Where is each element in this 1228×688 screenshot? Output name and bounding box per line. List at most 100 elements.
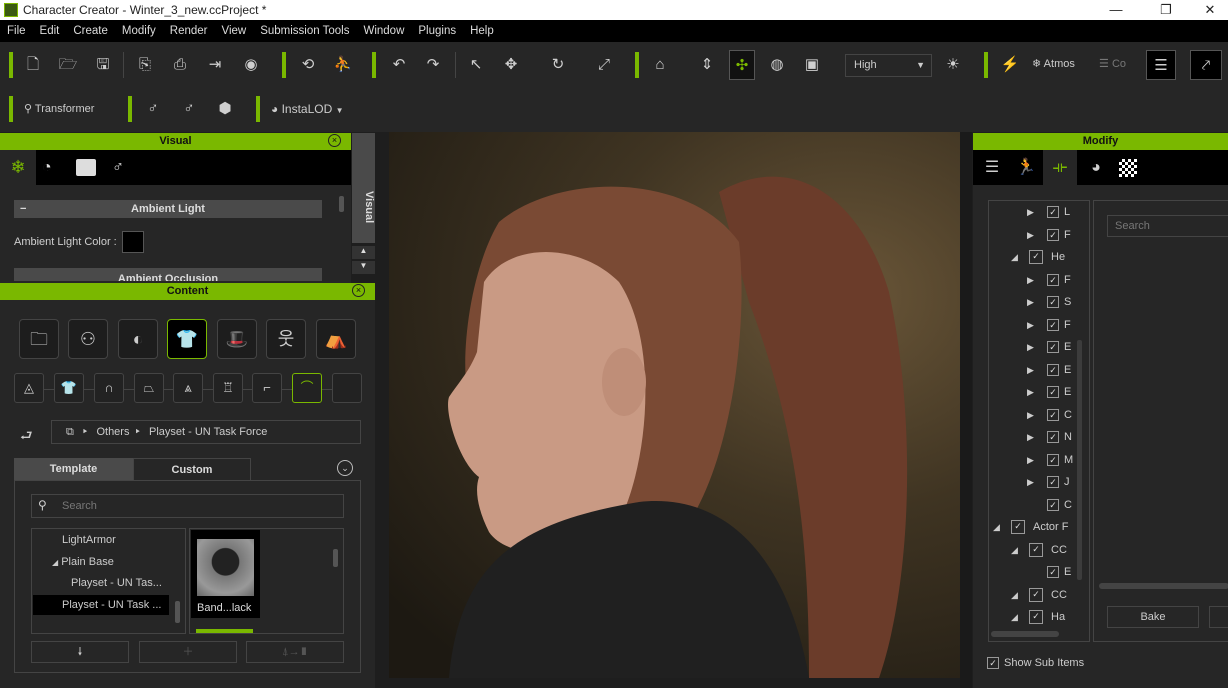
checkbox-checked-icon[interactable]: ✓ <box>1029 610 1043 625</box>
minimize-button[interactable]: — <box>1096 0 1136 20</box>
menu-render[interactable]: Render <box>163 25 215 37</box>
expanded-arrow-icon[interactable]: ◢ <box>993 517 1005 537</box>
thumbnail-item[interactable] <box>196 629 253 633</box>
tree-item[interactable]: LightArmor <box>62 530 116 550</box>
accessories-icon[interactable]: 🎩 <box>217 319 257 359</box>
modify-sliders-icon[interactable]: ☰ <box>1146 50 1176 80</box>
import-ic-icon[interactable]: ⎙ <box>167 50 193 80</box>
secondary-button[interactable] <box>1209 606 1228 628</box>
morph-search-input[interactable]: Search <box>1107 215 1228 237</box>
rotate-icon[interactable]: ↻ <box>545 50 571 80</box>
expanded-arrow-icon[interactable]: ◢ <box>1011 540 1023 560</box>
expand-arrow-icon[interactable]: ▶ <box>1027 225 1039 245</box>
expand-arrow-icon[interactable]: ▶ <box>1027 315 1039 335</box>
tree-item-selected[interactable]: Playset - UN Task ... <box>33 595 169 615</box>
appearance-tab-icon[interactable]: ◕ <box>1081 150 1111 185</box>
tree-item[interactable]: ◢ ✓ Ha <box>1011 607 1065 627</box>
redo-icon[interactable]: ↷ <box>420 50 446 80</box>
tree-item[interactable]: ◢ ✓ CC <box>1011 540 1067 560</box>
light-icon[interactable]: ☀ <box>940 50 966 80</box>
3d-viewport[interactable] <box>389 132 960 678</box>
scrollbar[interactable] <box>175 601 180 623</box>
add-button[interactable]: ＋ <box>139 641 237 663</box>
preview-icon[interactable]: ◉ <box>238 50 264 80</box>
horizontal-scrollbar[interactable] <box>1099 583 1228 589</box>
maximize-button[interactable]: ❐ <box>1146 0 1186 20</box>
fit-vertical-icon[interactable]: ⇕ <box>694 50 720 80</box>
light-tab-icon[interactable]: ◔ <box>42 150 68 185</box>
tree-item[interactable]: ▶ ✓ M <box>1027 450 1073 470</box>
frame-icon[interactable]: ▣ <box>799 50 825 80</box>
tree-scrollbar[interactable] <box>1077 340 1082 580</box>
expand-arrow-icon[interactable]: ▶ <box>1027 382 1039 402</box>
expanded-arrow-icon[interactable]: ◢ <box>1011 585 1023 605</box>
menu-file[interactable]: File <box>0 25 33 37</box>
tree-item[interactable]: ✓ C <box>1027 495 1072 515</box>
scrollbar[interactable] <box>333 549 338 567</box>
empty-slot[interactable] <box>332 373 362 403</box>
expand-arrow-icon[interactable]: ▶ <box>1027 202 1039 222</box>
back-icon[interactable]: ⮐ <box>20 425 33 449</box>
expand-arrow-icon[interactable]: ▶ <box>1027 405 1039 425</box>
checkbox-checked-icon[interactable]: ✓ <box>1029 250 1043 265</box>
expand-arrow-icon[interactable]: ▶ <box>1027 450 1039 470</box>
folder-icon[interactable]: 🗀 <box>19 319 59 359</box>
checkbox-checked-icon[interactable]: ✓ <box>1047 566 1059 579</box>
tree-horizontal-scrollbar[interactable] <box>991 631 1059 637</box>
expand-arrow-icon[interactable]: ▶ <box>1027 270 1039 290</box>
cubes-icon[interactable]: ⬢ <box>212 94 238 124</box>
expand-arrow-icon[interactable]: ▶ <box>1027 337 1039 357</box>
checkbox-checked-icon[interactable]: ✓ <box>1047 476 1059 489</box>
bake-button[interactable]: Bake <box>1107 606 1199 628</box>
checkbox-checked-icon[interactable]: ✓ <box>1047 273 1059 286</box>
breadcrumb-item[interactable]: Playset - UN Task Force <box>149 426 267 438</box>
pose-edit-icon[interactable]: ⤤ <box>1190 50 1222 80</box>
tree-item[interactable]: ▶ ✓ F <box>1027 225 1071 245</box>
pants-icon[interactable]: ∩ <box>94 373 124 403</box>
checkbox-checked-icon[interactable]: ✓ <box>1047 318 1059 331</box>
expand-arrow-icon[interactable]: ▶ <box>1027 292 1039 312</box>
scrollbar[interactable] <box>339 196 344 212</box>
pose-icon[interactable]: ⚡ <box>997 50 1023 80</box>
select-arrow-icon[interactable]: ↖ <box>463 50 489 80</box>
checkbox-checked-icon[interactable]: ✓ <box>1047 431 1059 444</box>
expanded-arrow-icon[interactable]: ◢ <box>1011 247 1023 267</box>
shirt-icon[interactable]: 👕 <box>54 373 84 403</box>
checkbox-checked-icon[interactable]: ✓ <box>1047 498 1059 511</box>
tree-item[interactable]: ▶ ✓ F <box>1027 270 1071 290</box>
orbit-camera-icon[interactable]: ◍ <box>764 50 790 80</box>
background-tab-icon[interactable] <box>76 159 96 176</box>
tree-item[interactable]: ▶ ✓ C <box>1027 405 1072 425</box>
motion-view-icon[interactable]: ♂ <box>176 94 202 124</box>
tree-item[interactable]: ▶ ✓ E <box>1027 382 1071 402</box>
checkbox-checked-icon[interactable]: ✓ <box>1011 520 1025 535</box>
tree-item[interactable]: ▶ ✓ J <box>1027 472 1070 492</box>
menu-create[interactable]: Create <box>66 25 115 37</box>
open-folder-icon[interactable]: 🗁 <box>55 50 81 80</box>
characters-icon[interactable]: ⚇ <box>68 319 108 359</box>
menu-plugins[interactable]: Plugins <box>411 25 463 37</box>
home-camera-icon[interactable]: ⌂ <box>647 50 673 80</box>
splitter[interactable] <box>960 132 972 688</box>
atmosphere-tab-icon[interactable]: ❄ <box>0 150 36 185</box>
export-icon[interactable]: ⇥ <box>202 50 228 80</box>
expand-arrow-icon[interactable]: ▶ <box>1027 427 1039 447</box>
close-icon[interactable]: × <box>328 134 341 147</box>
stage-icon[interactable]: ⛺ <box>316 319 356 359</box>
tree-item[interactable]: ◢ ✓ CC <box>1011 585 1067 605</box>
pan-camera-icon[interactable]: ✣ <box>729 50 755 80</box>
tree-item[interactable]: ▶ ✓ L <box>1027 202 1070 222</box>
checkbox-checked-icon[interactable]: ✓ <box>1029 542 1043 557</box>
move-icon[interactable]: ✥ <box>498 50 524 80</box>
hanger-icon[interactable]: ⌒ <box>292 373 322 403</box>
rotate-object-icon[interactable]: ⟲ <box>295 50 321 80</box>
menu-submission-tools[interactable]: Submission Tools <box>253 25 356 37</box>
search-input[interactable]: ⚲ Search <box>31 494 344 518</box>
tree-item[interactable]: Playset - UN Tas... <box>71 573 162 593</box>
tree-item[interactable]: ▶ ✓ N <box>1027 427 1072 447</box>
menu-window[interactable]: Window <box>356 25 411 37</box>
underwear-icon[interactable]: ◬ <box>14 373 44 403</box>
scale-icon[interactable]: ⤢ <box>591 50 617 80</box>
materials-icon[interactable]: ◐ <box>118 319 158 359</box>
motion-tab-icon[interactable]: ♂ <box>112 150 124 185</box>
